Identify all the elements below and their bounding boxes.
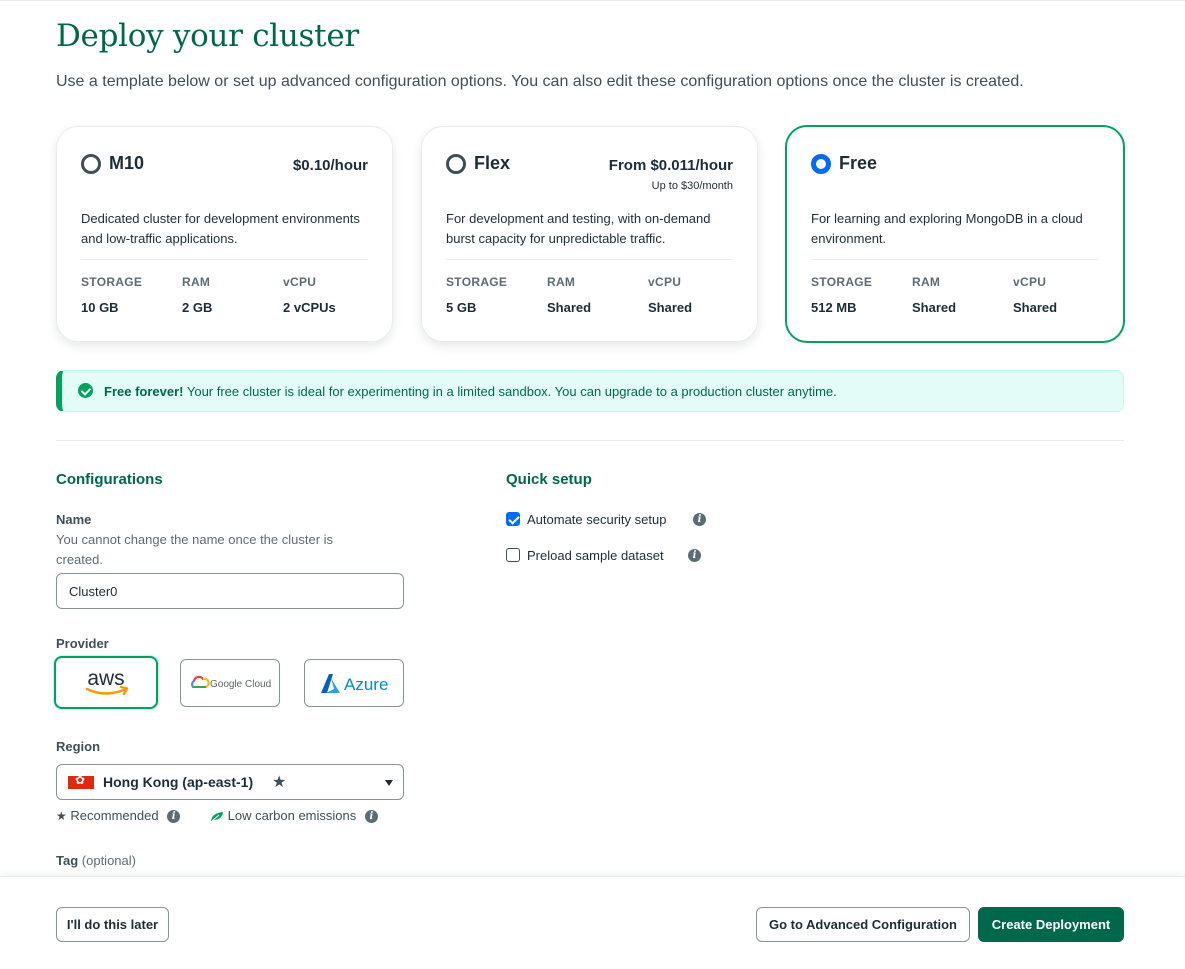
radio-button[interactable]	[81, 154, 101, 174]
azure-logo-icon: Azure	[321, 674, 388, 694]
storage-value: 10 GB	[81, 300, 119, 315]
provider-azure-button[interactable]: Azure	[304, 659, 404, 707]
provider-google-cloud-button[interactable]: Google Cloud	[180, 659, 280, 707]
radio-button-selected[interactable]	[811, 154, 831, 174]
low-carbon-hint: Low carbon emissions i	[210, 808, 378, 824]
banner-text: Free forever! Your free cluster is ideal…	[104, 384, 837, 399]
provider-aws-button[interactable]: aws	[54, 656, 158, 709]
page-subtitle: Use a template below or set up advanced …	[56, 73, 1024, 90]
recommended-label: Recommended	[70, 808, 159, 823]
info-icon[interactable]: i	[364, 810, 378, 824]
ram-label: RAM	[182, 275, 211, 289]
divider	[81, 259, 368, 260]
page-title: Deploy your cluster	[56, 18, 359, 54]
radio-button[interactable]	[446, 154, 466, 174]
provider-label: Provider	[56, 636, 109, 651]
preload-sample-checkbox[interactable]	[506, 548, 520, 562]
info-icon[interactable]: i	[693, 513, 706, 526]
cluster-name-input[interactable]	[56, 573, 404, 609]
tier-name: Free	[839, 153, 878, 173]
tier-card-free[interactable]: Free For learning and exploring MongoDB …	[785, 125, 1125, 343]
info-icon[interactable]: i	[688, 549, 701, 562]
banner-bold: Free forever!	[104, 384, 184, 399]
quick-setup-title: Quick setup	[506, 471, 592, 488]
preload-sample-label[interactable]: Preload sample dataset	[527, 548, 664, 563]
tier-name: M10	[109, 153, 145, 173]
vcpu-label: vCPU	[648, 275, 682, 289]
storage-label: STORAGE	[811, 275, 873, 289]
star-icon: ★	[272, 774, 287, 791]
tier-price: $0.10/hour	[292, 157, 368, 174]
tag-label-text: Tag	[56, 853, 79, 868]
svg-text:aws: aws	[87, 667, 124, 690]
tag-optional-text: (optional)	[81, 853, 136, 868]
create-deployment-button[interactable]: Create Deployment	[978, 907, 1124, 942]
footer-bar: I'll do this later Go to Advanced Config…	[0, 876, 1185, 969]
tier-card-flex[interactable]: Flex From $0.011/hour Up to $30/month Fo…	[421, 126, 758, 342]
name-helper-text: You cannot change the name once the clus…	[56, 532, 334, 567]
tier-price-cap: Up to $30/month	[651, 180, 733, 192]
top-border	[0, 0, 1185, 1]
do-later-button[interactable]: I'll do this later	[56, 907, 169, 942]
check-circle-icon	[78, 383, 93, 398]
storage-label: STORAGE	[446, 275, 508, 289]
configurations-title: Configurations	[56, 471, 163, 488]
vcpu-value: Shared	[1013, 300, 1058, 315]
ram-label: RAM	[912, 275, 941, 289]
region-label: Region	[56, 739, 101, 754]
svg-text:Google Cloud: Google Cloud	[210, 679, 271, 690]
region-select[interactable]: Hong Kong (ap-east-1) ★	[56, 764, 404, 800]
low-carbon-label: Low carbon emissions	[227, 808, 357, 823]
google-cloud-logo-icon: Google Cloud	[191, 675, 271, 690]
free-forever-banner: Free forever! Your free cluster is ideal…	[56, 370, 1124, 412]
info-icon[interactable]: i	[167, 810, 181, 824]
tier-card-m10[interactable]: M10 $0.10/hour Dedicated cluster for dev…	[56, 126, 393, 342]
tag-label: Tag (optional)	[56, 853, 136, 868]
tier-description: Dedicated cluster for development enviro…	[81, 211, 360, 246]
vcpu-value: 2 vCPUs	[283, 300, 336, 315]
ram-value: Shared	[547, 300, 592, 315]
tier-name: Flex	[474, 153, 511, 173]
advanced-configuration-button[interactable]: Go to Advanced Configuration	[756, 907, 970, 942]
automate-security-label[interactable]: Automate security setup	[527, 512, 666, 527]
hong-kong-flag-icon	[68, 773, 94, 789]
storage-value: 5 GB	[446, 300, 477, 315]
storage-value: 512 MB	[811, 300, 857, 315]
star-icon: ★	[56, 809, 67, 823]
automate-security-checkbox[interactable]	[506, 512, 520, 526]
banner-message: Your free cluster is ideal for experimen…	[183, 384, 837, 399]
vcpu-label: vCPU	[283, 275, 317, 289]
name-label: Name	[56, 512, 92, 527]
region-selected-value: Hong Kong (ap-east-1)	[103, 774, 254, 790]
aws-logo-icon: aws	[85, 667, 129, 696]
recommended-hint: ★ Recommended i	[56, 808, 181, 824]
tier-description: For learning and exploring MongoDB in a …	[811, 211, 1083, 246]
svg-text:Azure: Azure	[344, 675, 388, 694]
section-divider	[56, 440, 1124, 441]
leaf-icon	[211, 812, 223, 822]
storage-label: STORAGE	[81, 275, 143, 289]
divider	[811, 259, 1099, 260]
ram-label: RAM	[547, 275, 576, 289]
vcpu-label: vCPU	[1013, 275, 1047, 289]
ram-value: Shared	[912, 300, 957, 315]
vcpu-value: Shared	[648, 300, 693, 315]
tier-description: For development and testing, with on-dem…	[446, 211, 711, 246]
ram-value: 2 GB	[182, 300, 213, 315]
divider	[446, 259, 733, 260]
tier-price: From $0.011/hour	[608, 157, 733, 174]
caret-down-icon	[385, 780, 393, 786]
